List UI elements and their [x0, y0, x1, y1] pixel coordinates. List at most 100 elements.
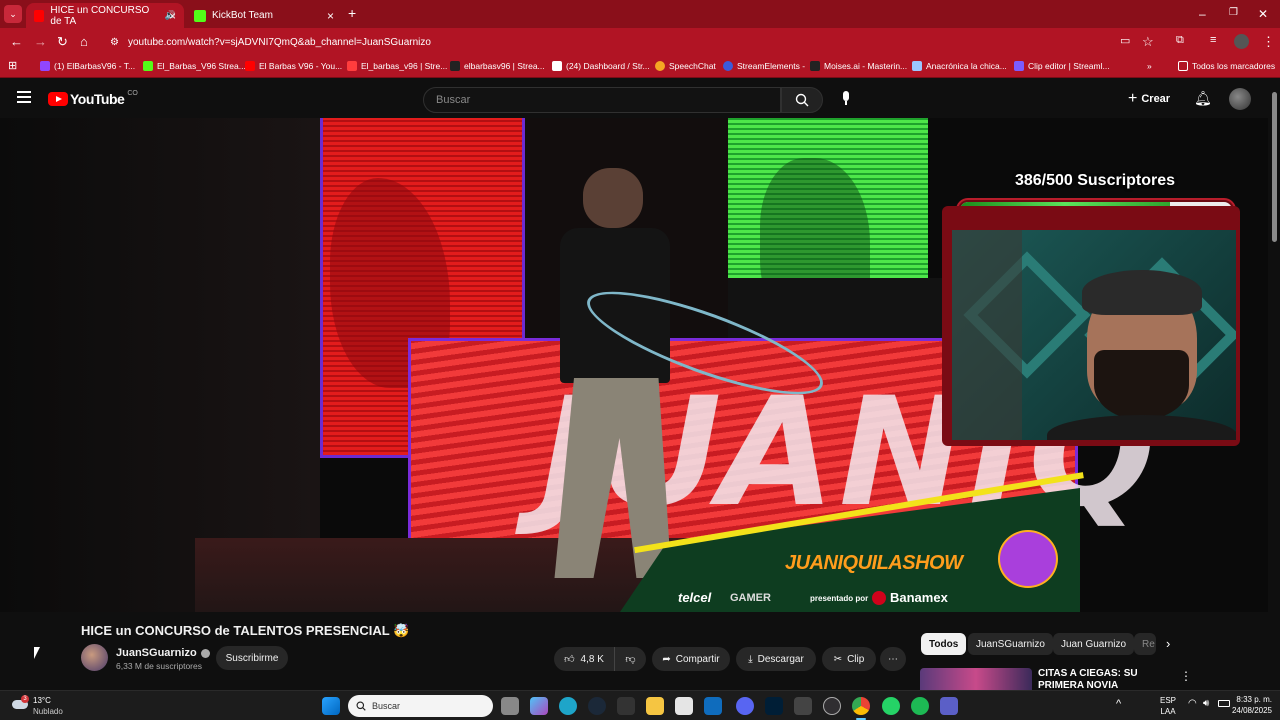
- clip-button[interactable]: ✂ Clip: [822, 647, 876, 671]
- extensions-icon[interactable]: ⧉: [1176, 34, 1184, 47]
- notifications-bell-icon[interactable]: 🔔︎: [1194, 90, 1212, 107]
- wifi-icon[interactable]: ◠: [1188, 698, 1197, 709]
- tab-youtube[interactable]: HICE un CONCURSO de TA 🔊 ×: [26, 3, 184, 28]
- channel-avatar[interactable]: [81, 644, 108, 671]
- teams-icon[interactable]: [940, 697, 958, 715]
- tab-kickbot[interactable]: KickBot Team ×: [186, 3, 342, 28]
- media-icon[interactable]: ≡: [1210, 34, 1216, 46]
- search-input[interactable]: Buscar: [423, 87, 781, 113]
- clock[interactable]: 8:33 p. m. 24/08/2025: [1222, 694, 1272, 716]
- menu-icon[interactable]: ⋮: [1262, 34, 1275, 50]
- webcam-feed: [952, 230, 1236, 440]
- forward-icon[interactable]: →: [34, 34, 47, 49]
- share-icon: ➦: [662, 653, 671, 665]
- copilot-icon[interactable]: [530, 697, 548, 715]
- bookmark-star-icon[interactable]: ☆: [1142, 34, 1154, 50]
- home-icon[interactable]: ⌂: [80, 34, 88, 49]
- photoshop-icon[interactable]: [765, 697, 783, 715]
- bookmark-item[interactable]: El_Barbas_V96 Strea...: [143, 61, 246, 71]
- all-bookmarks[interactable]: Todos los marcadores: [1178, 61, 1275, 71]
- store-icon[interactable]: [675, 697, 693, 715]
- presented-by: presentado por: [810, 594, 869, 603]
- weather-widget[interactable]: 3 13°C Nublado: [12, 695, 72, 717]
- youtube-play-icon: [48, 92, 68, 106]
- system-tray-chevron-icon[interactable]: ^: [1116, 698, 1121, 710]
- bookmark-item[interactable]: El_barbas_v96 | Stre...: [347, 61, 447, 71]
- clipchamp-icon[interactable]: [794, 697, 812, 715]
- like-button[interactable]: 👍︎ 4,8 K: [554, 647, 614, 671]
- chip-juansguarnizo[interactable]: JuanSGuarnizo: [968, 633, 1053, 655]
- chip-more[interactable]: Re: [1134, 633, 1156, 655]
- share-button[interactable]: ➦ Compartir: [652, 647, 730, 671]
- chip-juan-guarnizo[interactable]: Juan Guarnizo: [1053, 633, 1135, 655]
- start-icon[interactable]: [322, 697, 340, 715]
- reload-icon[interactable]: ↻: [57, 34, 68, 50]
- profile-avatar[interactable]: [1234, 34, 1249, 49]
- close-tab-icon[interactable]: ×: [327, 9, 334, 23]
- whatsapp-icon[interactable]: [882, 697, 900, 715]
- video-player[interactable]: JUANIQ JUANIQUILASHOW telcel GAMER prese…: [0, 118, 1268, 612]
- discord-icon[interactable]: [736, 697, 754, 715]
- hamburger-menu-icon[interactable]: [17, 91, 31, 103]
- file-explorer-icon[interactable]: [646, 697, 664, 715]
- apps-icon[interactable]: ⊞: [8, 59, 17, 72]
- subscribe-button[interactable]: Suscribirme: [216, 646, 288, 670]
- juaniquila-show-logo: JUANIQUILASHOW: [785, 552, 963, 574]
- recommendation-title[interactable]: CITAS A CIEGAS: SU PRIMERA NOVIA: [1038, 668, 1173, 690]
- bookmark-item[interactable]: StreamElements -: [723, 61, 805, 71]
- voice-search-icon[interactable]: [841, 91, 851, 107]
- recommendation-thumbnail[interactable]: [920, 668, 1032, 690]
- youtube-logo[interactable]: YouTube CO: [48, 90, 138, 107]
- site-info-icon[interactable]: ⚙: [110, 37, 119, 48]
- bookmark-item[interactable]: (1) ElBarbasV96 - T...: [40, 61, 135, 71]
- bookmark-item[interactable]: (24) Dashboard / Str...: [552, 61, 650, 71]
- performer: [583, 168, 643, 228]
- search-button[interactable]: [781, 87, 823, 113]
- close-tab-icon[interactable]: ×: [169, 9, 176, 23]
- url-field[interactable]: ⚙ youtube.com/watch?v=sjADVNI7QmQ&ab_cha…: [104, 31, 1104, 53]
- steam-icon[interactable]: [588, 697, 606, 715]
- cast-icon[interactable]: ▭: [1120, 34, 1130, 47]
- channel-name[interactable]: JuanSGuarnizo: [116, 647, 210, 659]
- minimize-icon[interactable]: –: [1199, 7, 1206, 21]
- account-avatar[interactable]: [1229, 88, 1251, 110]
- more-actions-button[interactable]: ⋯: [880, 647, 906, 671]
- task-view-icon[interactable]: [501, 697, 519, 715]
- page-scrollbar-thumb[interactable]: [1272, 92, 1277, 242]
- browser-tab-strip: ⌄ HICE un CONCURSO de TA 🔊 × KickBot Tea…: [0, 0, 1280, 28]
- twitch-icon: [40, 61, 50, 71]
- bookmark-item[interactable]: Clip editor | Streaml...: [1014, 61, 1110, 71]
- bookmark-item[interactable]: elbarbasv96 | Strea...: [450, 61, 545, 71]
- obs-icon[interactable]: [823, 697, 841, 715]
- bookmark-item[interactable]: SpeechChat: [655, 61, 716, 71]
- dislike-button[interactable]: 👎︎: [614, 647, 646, 671]
- chip-all[interactable]: Todos: [921, 633, 967, 655]
- dashboard-icon: [552, 61, 562, 71]
- bookmark-item[interactable]: Anacrónica la chica...: [912, 61, 1007, 71]
- epic-games-icon[interactable]: [617, 697, 635, 715]
- close-window-icon[interactable]: ✕: [1258, 7, 1268, 21]
- volume-icon[interactable]: 🔊︎: [1203, 698, 1209, 709]
- telcel-logo: telcel: [678, 590, 712, 605]
- bookmark-item[interactable]: Moises.ai - Masterin...: [810, 61, 907, 71]
- taskbar-search[interactable]: Buscar: [348, 695, 493, 717]
- recommendation-menu-icon[interactable]: ⋮: [1180, 669, 1192, 683]
- tab-list-button[interactable]: ⌄: [4, 5, 22, 23]
- create-button[interactable]: + Crear: [1128, 90, 1170, 108]
- download-button[interactable]: ⤓ Descargar: [736, 647, 816, 671]
- back-icon[interactable]: ←: [10, 34, 23, 49]
- edge-icon[interactable]: [559, 697, 577, 715]
- chips-next-chevron-icon[interactable]: ›: [1166, 636, 1170, 651]
- address-bar-row: ← → ↻ ⌂ ⚙ youtube.com/watch?v=sjADVNI7Qm…: [0, 28, 1280, 56]
- folder-icon: [1178, 61, 1188, 71]
- chrome-icon[interactable]: [852, 697, 870, 715]
- language-indicator[interactable]: ESP LAA: [1160, 695, 1176, 717]
- new-tab-button[interactable]: +: [348, 5, 356, 21]
- outlook-icon[interactable]: [704, 697, 722, 715]
- restore-icon[interactable]: ❐: [1229, 7, 1238, 18]
- youtube-favicon-icon: [34, 9, 45, 22]
- spotify-icon[interactable]: [911, 697, 929, 715]
- more-bookmarks-icon[interactable]: »: [1147, 61, 1152, 71]
- bookmark-item[interactable]: El Barbas V96 - You...: [245, 61, 342, 71]
- kick-icon: [143, 61, 153, 71]
